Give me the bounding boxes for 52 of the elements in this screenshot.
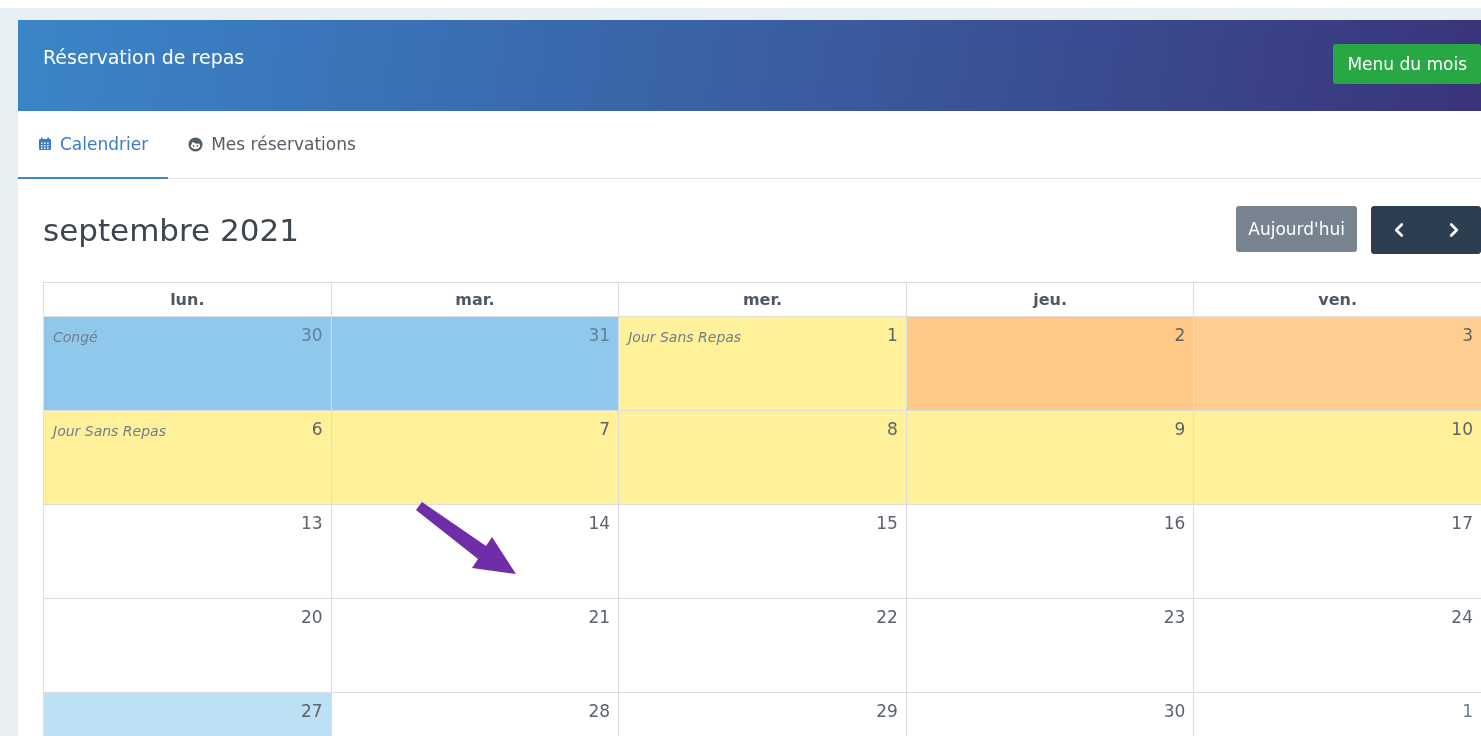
month-title: septembre 2021 [43,211,299,248]
day-number: 10 [1451,419,1473,439]
day-number: 22 [876,607,898,627]
calendar-icon [38,137,52,151]
day-number: 20 [300,607,323,627]
day-number: 13 [300,513,323,533]
day-cell[interactable]: 14 [331,505,620,599]
face-icon [188,136,204,152]
event-label: Congé [53,329,98,345]
day-cell[interactable]: 16 [906,505,1195,599]
today-button[interactable]: Aujourd'hui [1236,205,1357,252]
menu-button[interactable]: Menu du mois [1333,44,1481,84]
day-cell[interactable]: 22 [619,599,907,693]
day-number: 23 [1163,607,1186,627]
day-cell[interactable]: 21 [331,599,620,693]
day-number: 1 [886,325,898,345]
day-cell[interactable]: Jour Sans Repas 6 [44,411,332,505]
day-cell[interactable]: 2 [906,317,1195,411]
day-cell[interactable]: 23 [906,599,1195,693]
day-cell[interactable]: 9 [906,411,1195,505]
day-number: 2 [1174,325,1186,345]
day-cell[interactable]: 7 [331,411,620,505]
day-cell[interactable]: Jour Sans Repas 1 [619,317,907,411]
day-cell[interactable]: 3 [1194,317,1481,411]
day-number: 30 [300,325,323,345]
day-number: 9 [1174,419,1186,439]
day-number: 6 [311,419,323,439]
day-cell[interactable]: 20 [44,599,332,693]
day-number: 3 [1462,325,1473,345]
day-number: 28 [588,701,611,721]
tab[interactable]: Calendrier [18,111,169,179]
day-number: 17 [1451,513,1473,533]
day-number: 14 [588,513,611,533]
day-number: 7 [599,419,611,439]
day-cell[interactable]: 13 [44,505,332,599]
day-number: 27 [300,701,323,721]
app-title: Réservation de repas [43,46,245,68]
day-cell[interactable]: 10 [1194,411,1481,505]
tab[interactable]: Mes réservations [168,111,376,179]
day-number: 8 [886,419,898,439]
day-number: 30 [1163,701,1186,721]
day-number: 1 [1462,701,1473,721]
day-cell[interactable]: 15 [619,505,907,599]
day-cell[interactable]: 8 [619,411,907,505]
day-number: 24 [1451,607,1473,627]
day-number: 29 [876,701,898,721]
day-cell[interactable]: 27 [44,693,332,736]
day-number: 31 [588,325,611,345]
event-label: Jour Sans Repas [628,329,742,345]
day-number: 16 [1163,513,1186,533]
day-number: 15 [876,513,898,533]
day-number: 21 [588,607,611,627]
